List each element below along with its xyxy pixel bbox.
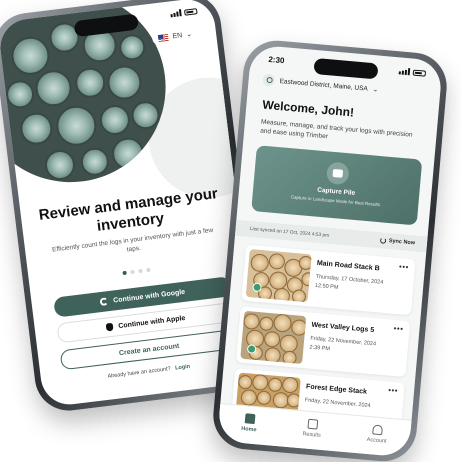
pile-datetime: Thursday, 17 October, 2024 12:50 PM [315,273,384,296]
home-screen: 2:30 Eastwood District, Maine, USA ⌄ Wel… [217,44,443,458]
camera-icon [325,161,350,186]
create-account-label: Create an account [118,342,180,357]
signal-icon [398,67,411,76]
login-link[interactable]: Login [175,364,191,372]
tab-results-label: Results [302,431,321,439]
carousel-dot-1[interactable] [122,270,127,276]
stage: EN ⌄ Review and manage your inventory Ef… [0,0,461,462]
pile-datetime: Friday, 22 November, 2024 [304,396,371,411]
location-label: Eastwood District, Maine, USA [279,77,369,93]
apple-button-label: Continue with Apple [117,314,186,330]
login-prompt-text: Already have an account? [107,366,172,380]
last-synced-text: Last synced on 17 Oct, 2024 4:53 pm [249,226,330,239]
carousel-dot-2[interactable] [130,269,135,275]
status-time: 2:30 [268,54,285,66]
location-pin-icon [262,73,276,87]
more-options-icon[interactable]: ••• [399,262,410,272]
more-options-icon[interactable]: ••• [393,324,404,334]
tab-account-label: Account [366,436,387,445]
signal-icon [170,9,182,18]
status-icons [170,7,198,18]
pile-name: Main Road Stack B [316,259,380,273]
language-selector[interactable]: EN ⌄ [151,26,199,46]
pile-name: Forest Edge Stack [305,383,368,396]
welcome-heading: Welcome, John! [261,97,355,120]
carousel-dot-4[interactable] [146,267,151,273]
log-pile-thumbnail [245,249,312,303]
sync-now-button[interactable]: Sync Now [379,237,416,247]
pile-name: West Valley Logs 5 [311,321,375,335]
status-icons [398,67,427,77]
chevron-down-icon: ⌄ [372,86,379,94]
tab-account[interactable]: Account [366,424,387,445]
pile-date: Friday, 22 November, 2024 [304,397,371,410]
list-item[interactable]: West Valley Logs 5 Friday, 22 November, … [235,306,411,378]
account-icon [372,424,383,436]
google-icon [99,297,109,307]
apple-icon [105,322,114,332]
battery-icon [183,7,198,16]
chevron-down-icon: ⌄ [185,30,193,39]
tab-results[interactable]: Results [302,418,322,439]
battery-icon [412,69,427,77]
tab-home[interactable]: Home [241,413,258,433]
carousel-dot-3[interactable] [138,268,143,274]
sync-now-label: Sync Now [388,238,416,247]
phone-home: 2:30 Eastwood District, Maine, USA ⌄ Wel… [210,37,450,462]
more-options-icon[interactable]: ••• [388,386,399,396]
capture-pile-button[interactable]: Capture Pile Capture in Landscape Mode f… [251,145,423,226]
language-label: EN [172,31,183,40]
results-icon [307,418,318,430]
us-flag-icon [158,33,169,42]
pile-datetime: Friday, 22 November, 2024 2:39 PM [309,335,376,358]
sync-icon [379,237,387,244]
welcome-subtitle: Measure, manage, and track your logs wit… [259,118,413,141]
tab-home-label: Home [240,425,257,434]
list-item[interactable]: Main Road Stack B Thursday, 17 October, … [241,244,416,316]
google-button-label: Continue with Google [112,288,186,305]
home-icon [244,413,256,425]
log-pile-thumbnail [240,310,307,364]
